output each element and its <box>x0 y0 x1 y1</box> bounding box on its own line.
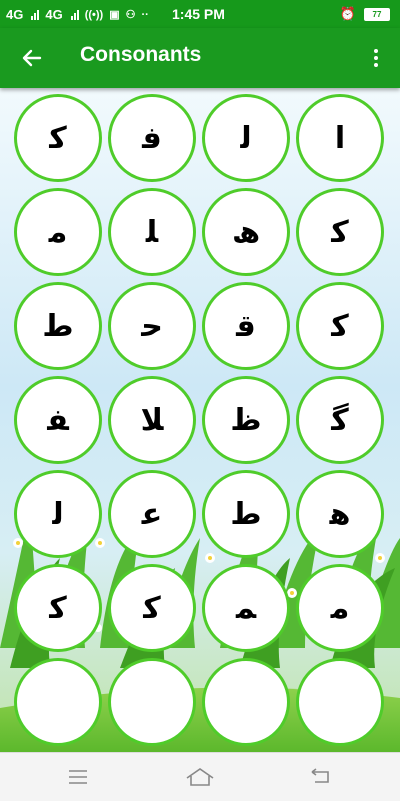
consonant-button[interactable]: ﻣ <box>14 188 102 276</box>
consonant-button[interactable]: ﻣ <box>296 564 384 652</box>
consonant-button[interactable]: ﮐ <box>14 94 102 182</box>
system-nav-bar <box>0 752 400 801</box>
network-type-1: 4G <box>6 7 24 22</box>
consonant-button[interactable]: ﻼ <box>108 376 196 464</box>
usb-icon: ⚇ <box>125 9 136 21</box>
overflow-menu-button[interactable] <box>364 42 388 74</box>
hotspot-icon: ((•)) <box>84 8 104 21</box>
consonant-button[interactable]: ﻟ <box>202 94 290 182</box>
network-type-2: 4G <box>45 7 63 22</box>
consonant-button[interactable]: ﻤ <box>202 564 290 652</box>
notification-icon: ▣ <box>109 9 120 21</box>
consonant-button-partial[interactable] <box>14 658 102 746</box>
consonant-button[interactable]: ﻟ <box>14 470 102 558</box>
consonant-button[interactable]: ﻠ <box>108 188 196 276</box>
consonant-button[interactable]: ﻫ <box>296 470 384 558</box>
consonant-button[interactable]: ﻗ <box>202 282 290 370</box>
consonant-button[interactable]: ﮪ <box>202 188 290 276</box>
menu-icon <box>69 770 87 784</box>
page-title: Consonants <box>80 43 202 66</box>
arrow-left-icon <box>22 49 42 67</box>
status-right: ⏰ 77 <box>340 6 390 22</box>
consonant-button-partial[interactable] <box>202 658 290 746</box>
home-icon <box>186 768 214 786</box>
consonant-button-partial[interactable] <box>108 658 196 746</box>
back-nav-button[interactable] <box>300 763 340 791</box>
consonant-button[interactable]: ﻔ <box>14 376 102 464</box>
return-icon <box>311 768 329 783</box>
app-bar: Consonants <box>0 28 400 88</box>
consonant-button[interactable]: ﻛ <box>108 564 196 652</box>
home-button[interactable] <box>180 763 220 791</box>
back-button[interactable] <box>14 40 50 76</box>
consonant-button[interactable]: ﻓ <box>108 94 196 182</box>
consonant-button[interactable]: ﮐ <box>14 564 102 652</box>
consonant-button[interactable]: ﮔ <box>296 376 384 464</box>
status-bar: 4G 4G ((•)) ▣ ⚇ ·· 1:45 PM ⏰ 77 <box>0 0 400 28</box>
consonant-grid-area: ﮐﻓﻟﺍﻣﻠﮪﻛﻁﺣﻗﻛﻔﻼﻅﮔﻟﻋﻁﻫﮐﻛﻤﻣ <box>0 88 400 752</box>
consonant-button-partial[interactable] <box>296 658 384 746</box>
consonant-button[interactable]: ﻛ <box>296 282 384 370</box>
consonant-button[interactable]: ﺍ <box>296 94 384 182</box>
consonant-button[interactable]: ﻛ <box>296 188 384 276</box>
signal-icon <box>31 9 40 20</box>
status-left: 4G 4G ((•)) ▣ ⚇ ·· <box>6 7 149 22</box>
consonant-button[interactable]: ﻋ <box>108 470 196 558</box>
consonant-button[interactable]: ﺣ <box>108 282 196 370</box>
alarm-icon: ⏰ <box>339 6 356 21</box>
signal-icon-2 <box>70 9 79 20</box>
clock: 1:45 PM <box>172 6 225 22</box>
consonant-button[interactable]: ﻅ <box>202 376 290 464</box>
consonant-button[interactable]: ﻁ <box>202 470 290 558</box>
more-notifications-icon: ·· <box>141 8 149 21</box>
more-vert-icon <box>374 49 378 53</box>
battery-icon: 77 <box>364 7 390 21</box>
consonant-button[interactable]: ﻁ <box>14 282 102 370</box>
recent-apps-button[interactable] <box>58 763 98 791</box>
